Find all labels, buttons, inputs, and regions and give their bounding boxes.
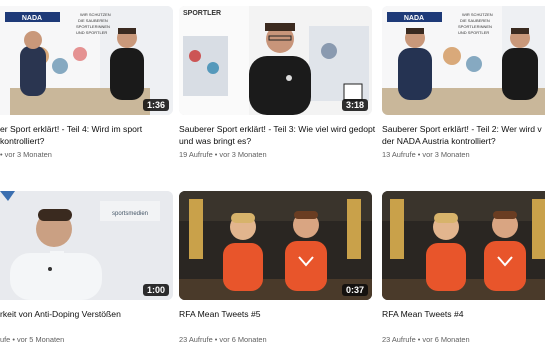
- thumbnail-image: NADA WIR SCHÜTZEN DIE SAUBEREN SPORTLERI…: [382, 6, 545, 115]
- video-thumbnail[interactable]: NADA WIR SCHÜTZEN DIE SAUBEREN SPORTLERI…: [382, 6, 545, 115]
- video-duration: 0:37: [341, 284, 368, 296]
- video-meta: 13 Aufrufe • vor 3 Monaten: [382, 150, 470, 159]
- video-meta: 19 Aufrufe • vor 3 Monaten: [179, 150, 267, 159]
- video-duration: 1:00: [142, 284, 169, 296]
- video-meta: 23 Aufrufe • vor 6 Monaten: [179, 335, 267, 344]
- video-card[interactable]: sportsmedien 1:00 rkeit von Anti-Doping …: [0, 191, 173, 344]
- svg-text:WIR SCHÜTZEN: WIR SCHÜTZEN: [462, 12, 493, 17]
- video-meta: 23 Aufrufe • vor 6 Monaten: [382, 335, 470, 344]
- video-title[interactable]: RFA Mean Tweets #4: [382, 308, 545, 332]
- video-thumbnail[interactable]: [382, 191, 545, 300]
- video-card[interactable]: SPORTLER 3:18 Sauberer Sport erklärt! - …: [179, 6, 375, 159]
- thumbnail-image: [382, 191, 545, 300]
- svg-text:DIE SAUBEREN: DIE SAUBEREN: [460, 18, 490, 23]
- svg-text:SPORTLERINNEN: SPORTLERINNEN: [76, 24, 110, 29]
- video-title[interactable]: RFA Mean Tweets #5: [179, 308, 379, 332]
- video-card[interactable]: NADA WIR SCHÜTZEN DIE SAUBEREN SPORTLERI…: [0, 6, 173, 159]
- video-meta: ufe • vor 5 Monaten: [0, 335, 65, 344]
- video-card[interactable]: NADA WIR SCHÜTZEN DIE SAUBEREN SPORTLERI…: [382, 6, 545, 159]
- video-thumbnail[interactable]: 0:37: [179, 191, 372, 300]
- svg-text:DIE SAUBEREN: DIE SAUBEREN: [78, 18, 108, 23]
- video-thumbnail[interactable]: SPORTLER 3:18: [179, 6, 372, 115]
- video-thumbnail[interactable]: sportsmedien 1:00: [0, 191, 173, 300]
- video-meta: • vor 3 Monaten: [0, 150, 52, 159]
- video-title[interactable]: er Sport erklärt! - Teil 4: Wird im spor…: [0, 123, 180, 147]
- video-duration: 3:18: [341, 99, 368, 111]
- video-duration: 1:36: [142, 99, 169, 111]
- logo-text: sportsmedien: [112, 211, 148, 217]
- video-title[interactable]: Sauberer Sport erklärt! - Teil 2: Wer wi…: [382, 123, 545, 147]
- video-card[interactable]: 0:37 RFA Mean Tweets #5 23 Aufrufe • vor…: [179, 191, 372, 344]
- svg-text:WIR SCHÜTZEN: WIR SCHÜTZEN: [80, 12, 111, 17]
- nada-banner-text: NADA: [404, 15, 424, 22]
- video-thumbnail[interactable]: NADA WIR SCHÜTZEN DIE SAUBEREN SPORTLERI…: [0, 6, 173, 115]
- nada-banner-text: NADA: [22, 15, 42, 22]
- video-title[interactable]: rkeit von Anti-Doping Verstößen: [0, 308, 180, 332]
- svg-text:UND SPORTLER: UND SPORTLER: [458, 30, 489, 35]
- poster-text: SPORTLER: [183, 10, 221, 17]
- video-title[interactable]: Sauberer Sport erklärt! - Teil 3: Wie vi…: [179, 123, 379, 147]
- video-card[interactable]: RFA Mean Tweets #4 23 Aufrufe • vor 6 Mo…: [382, 191, 545, 344]
- svg-text:UND SPORTLER: UND SPORTLER: [76, 30, 107, 35]
- svg-text:SPORTLERINNEN: SPORTLERINNEN: [458, 24, 492, 29]
